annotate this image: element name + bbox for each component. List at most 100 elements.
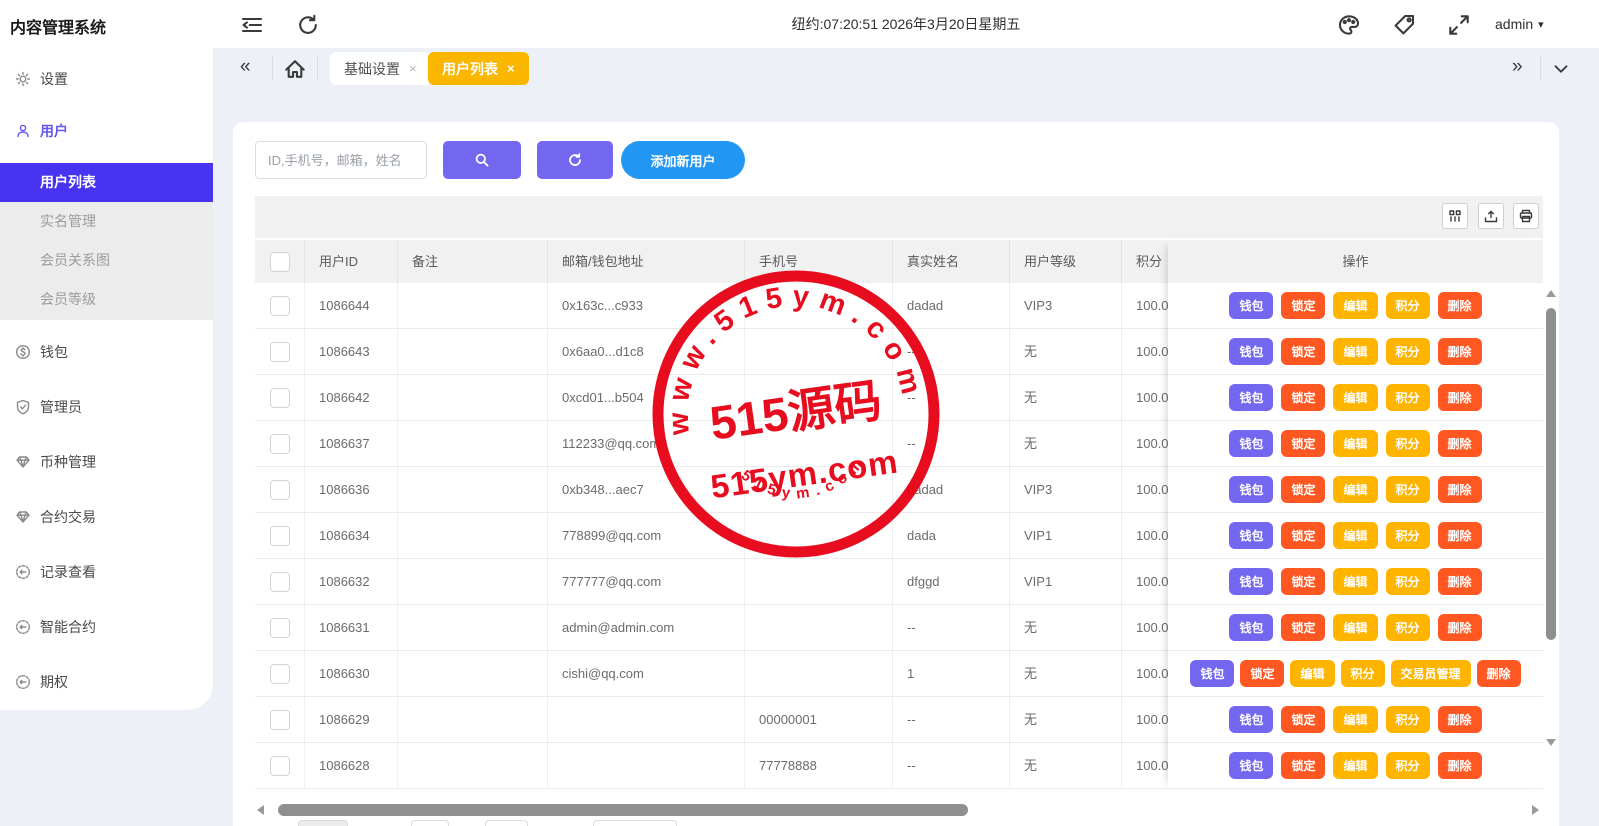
search-input[interactable] [255, 141, 427, 179]
tab-user-list[interactable]: 用户列表 × [428, 52, 529, 85]
admin-user-menu[interactable]: admin ▾ [1495, 0, 1544, 48]
export-icon[interactable] [1478, 203, 1504, 229]
pagination-control[interactable] [485, 820, 528, 826]
edit-button[interactable]: 编辑 [1333, 476, 1377, 503]
delete-button[interactable]: 删除 [1477, 660, 1521, 687]
delete-button[interactable]: 删除 [1438, 614, 1482, 641]
score-button[interactable]: 积分 [1386, 476, 1430, 503]
row-checkbox[interactable] [270, 618, 290, 638]
sidebar-item-smart-contract[interactable]: 智能合约 [0, 610, 213, 644]
edit-button[interactable]: 编辑 [1333, 706, 1377, 733]
score-button[interactable]: 积分 [1386, 706, 1430, 733]
edit-button[interactable]: 编辑 [1333, 430, 1377, 457]
row-checkbox[interactable] [270, 526, 290, 546]
lock-button[interactable]: 锁定 [1281, 752, 1325, 779]
row-checkbox[interactable] [270, 572, 290, 592]
row-checkbox[interactable] [270, 388, 290, 408]
row-checkbox[interactable] [270, 480, 290, 500]
row-checkbox[interactable] [270, 342, 290, 362]
scroll-left-arrow[interactable] [257, 805, 264, 815]
scroll-up-arrow[interactable] [1546, 290, 1556, 297]
edit-button[interactable]: 编辑 [1333, 292, 1377, 319]
score-button[interactable]: 积分 [1386, 292, 1430, 319]
sidebar-item-contract-trade[interactable]: 合约交易 [0, 500, 213, 534]
score-button[interactable]: 积分 [1386, 614, 1430, 641]
scroll-down-arrow[interactable] [1546, 739, 1556, 746]
sidebar-item-user-list[interactable]: 用户列表 [0, 163, 213, 202]
edit-button[interactable]: 编辑 [1290, 660, 1334, 687]
edit-button[interactable]: 编辑 [1333, 522, 1377, 549]
lock-button[interactable]: 锁定 [1281, 430, 1325, 457]
lock-button[interactable]: 锁定 [1281, 476, 1325, 503]
delete-button[interactable]: 删除 [1438, 430, 1482, 457]
score-button[interactable]: 积分 [1386, 568, 1430, 595]
print-icon[interactable] [1513, 203, 1539, 229]
horizontal-scroll-thumb[interactable] [278, 804, 968, 816]
sidebar-item-realname[interactable]: 实名管理 [0, 202, 213, 241]
vertical-scroll-thumb[interactable] [1546, 308, 1556, 640]
sidebar-item-admin[interactable]: 管理员 [0, 390, 213, 424]
tabs-menu-chevron-icon[interactable] [1550, 58, 1572, 80]
home-icon[interactable] [283, 57, 307, 81]
score-button[interactable]: 积分 [1341, 660, 1385, 687]
lock-button[interactable]: 锁定 [1281, 384, 1325, 411]
wallet-button[interactable]: 钱包 [1229, 384, 1273, 411]
wallet-button[interactable]: 钱包 [1229, 476, 1273, 503]
wallet-button[interactable]: 钱包 [1229, 338, 1273, 365]
row-checkbox[interactable] [270, 756, 290, 776]
close-icon[interactable]: × [507, 61, 515, 76]
wallet-button[interactable]: 钱包 [1229, 568, 1273, 595]
fullscreen-icon[interactable] [1447, 13, 1471, 37]
delete-button[interactable]: 删除 [1438, 476, 1482, 503]
lock-button[interactable]: 锁定 [1281, 568, 1325, 595]
row-checkbox[interactable] [270, 664, 290, 684]
select-all-checkbox[interactable] [270, 252, 290, 272]
theme-palette-icon[interactable] [1337, 13, 1361, 37]
scroll-right-arrow[interactable] [1532, 805, 1539, 815]
score-button[interactable]: 积分 [1386, 522, 1430, 549]
reset-refresh-button[interactable] [537, 141, 613, 179]
sidebar-item-users[interactable]: 用户 [0, 114, 213, 148]
wallet-button[interactable]: 钱包 [1229, 522, 1273, 549]
score-button[interactable]: 积分 [1386, 338, 1430, 365]
close-icon[interactable]: × [409, 61, 417, 76]
delete-button[interactable]: 删除 [1438, 752, 1482, 779]
sidebar-item-member-level[interactable]: 会员等级 [0, 280, 213, 319]
delete-button[interactable]: 删除 [1438, 384, 1482, 411]
wallet-button[interactable]: 钱包 [1229, 614, 1273, 641]
delete-button[interactable]: 删除 [1438, 568, 1482, 595]
lock-button[interactable]: 锁定 [1281, 614, 1325, 641]
pagination-control[interactable] [593, 820, 677, 826]
row-checkbox[interactable] [270, 710, 290, 730]
column-settings-icon[interactable] [1442, 203, 1468, 229]
delete-button[interactable]: 删除 [1438, 522, 1482, 549]
sidebar-item-wallet[interactable]: 钱包 [0, 335, 213, 369]
lock-button[interactable]: 锁定 [1281, 706, 1325, 733]
row-checkbox[interactable] [270, 296, 290, 316]
row-checkbox[interactable] [270, 434, 290, 454]
search-button[interactable] [443, 141, 521, 179]
edit-button[interactable]: 编辑 [1333, 752, 1377, 779]
sidebar-item-records[interactable]: 记录查看 [0, 555, 213, 589]
edit-button[interactable]: 编辑 [1333, 338, 1377, 365]
edit-button[interactable]: 编辑 [1333, 614, 1377, 641]
edit-button[interactable]: 编辑 [1333, 384, 1377, 411]
lock-button[interactable]: 锁定 [1281, 522, 1325, 549]
sidebar-item-currency[interactable]: 币种管理 [0, 445, 213, 479]
delete-button[interactable]: 删除 [1438, 706, 1482, 733]
wallet-button[interactable]: 钱包 [1229, 706, 1273, 733]
pagination-control[interactable] [298, 820, 348, 826]
tab-basic-settings[interactable]: 基础设置 × [330, 52, 431, 85]
score-button[interactable]: 积分 [1386, 430, 1430, 457]
score-button[interactable]: 积分 [1386, 384, 1430, 411]
wallet-button[interactable]: 钱包 [1229, 752, 1273, 779]
tabs-scroll-left[interactable]: « [240, 56, 251, 78]
delete-button[interactable]: 删除 [1438, 338, 1482, 365]
lock-button[interactable]: 锁定 [1281, 292, 1325, 319]
edit-button[interactable]: 编辑 [1333, 568, 1377, 595]
wallet-button[interactable]: 钱包 [1229, 292, 1273, 319]
sidebar-item-member-graph[interactable]: 会员关系图 [0, 241, 213, 280]
trader-manage-button[interactable]: 交易员管理 [1391, 660, 1471, 687]
wallet-button[interactable]: 钱包 [1229, 430, 1273, 457]
sidebar-item-options[interactable]: 期权 [0, 665, 213, 699]
